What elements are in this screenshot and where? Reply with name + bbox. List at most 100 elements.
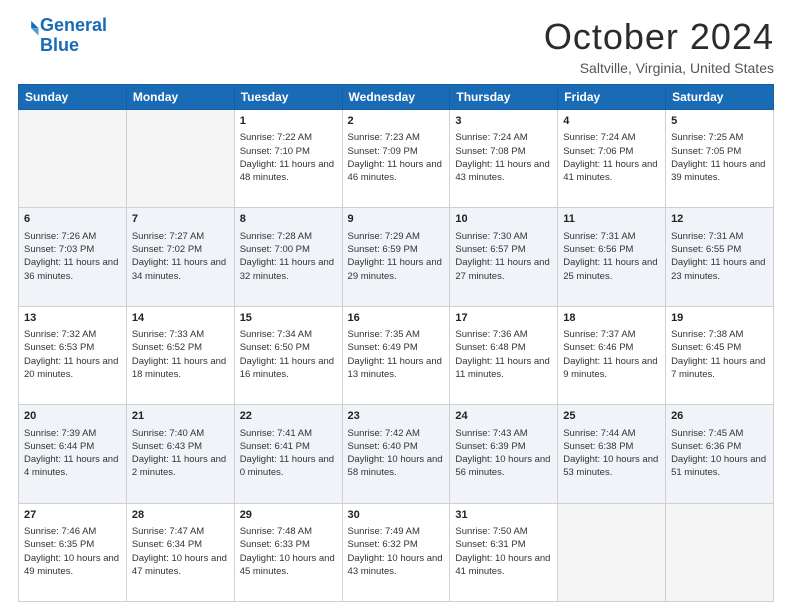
table-row: 22Sunrise: 7:41 AMSunset: 6:41 PMDayligh… <box>234 405 342 503</box>
day-number: 25 <box>563 409 660 424</box>
day-number: 19 <box>671 311 768 326</box>
daylight-text: Daylight: 11 hours and 29 minutes. <box>348 256 445 283</box>
logo-icon <box>18 18 40 40</box>
table-row: 23 Sunrise: 7:42 AMSunset: 6:40 PMDayligh… <box>342 405 450 503</box>
sunrise-text: Sunrise: 7:33 AM <box>132 328 229 341</box>
sunrise-text: Sunrise: 7:25 AM <box>671 131 768 144</box>
table-row: 20Sunrise: 7:39 AMSunset: 6:44 PMDayligh… <box>19 405 127 503</box>
table-row: 5Sunrise: 7:25 AMSunset: 7:05 PMDaylight… <box>666 110 774 208</box>
day-number: 2 <box>348 114 445 129</box>
daylight-text: Daylight: 10 hours and 53 minutes. <box>563 453 660 480</box>
calendar-table: Sunday Monday Tuesday Wednesday Thursday… <box>18 84 774 602</box>
sunrise-text: Sunrise: 7:31 AM <box>671 230 768 243</box>
logo-general: General <box>40 15 107 35</box>
day-number: 15 <box>240 311 337 326</box>
day-number: 22 <box>240 409 337 424</box>
daylight-text: Daylight: 11 hours and 13 minutes. <box>348 355 445 382</box>
calendar-header-row: Sunday Monday Tuesday Wednesday Thursday… <box>19 85 774 110</box>
table-row: 28Sunrise: 7:47 AMSunset: 6:34 PMDayligh… <box>126 503 234 601</box>
sunrise-text: Sunrise: 7:39 AM <box>24 427 121 440</box>
col-monday: Monday <box>126 85 234 110</box>
day-number: 8 <box>240 212 337 227</box>
sunset-text: Sunset: 7:03 PM <box>24 243 121 256</box>
day-number: 12 <box>671 212 768 227</box>
sunset-text: Sunset: 6:48 PM <box>455 341 552 354</box>
sunset-text: Sunset: 6:34 PM <box>132 538 229 551</box>
sunset-text: Sunset: 6:40 PM <box>348 440 445 453</box>
sunset-text: Sunset: 7:06 PM <box>563 145 660 158</box>
table-row: 27Sunrise: 7:46 AMSunset: 6:35 PMDayligh… <box>19 503 127 601</box>
sunset-text: Sunset: 7:09 PM <box>348 145 445 158</box>
day-number: 13 <box>24 311 121 326</box>
day-number: 18 <box>563 311 660 326</box>
daylight-text: Daylight: 11 hours and 20 minutes. <box>24 355 121 382</box>
sunset-text: Sunset: 7:00 PM <box>240 243 337 256</box>
day-number: 23 <box>348 409 445 424</box>
sunrise-text: Sunrise: 7:47 AM <box>132 525 229 538</box>
col-tuesday: Tuesday <box>234 85 342 110</box>
main-title: October 2024 <box>544 16 774 58</box>
sunset-text: Sunset: 6:53 PM <box>24 341 121 354</box>
daylight-text: Daylight: 10 hours and 47 minutes. <box>132 552 229 579</box>
sunrise-text: Sunrise: 7:23 AM <box>348 131 445 144</box>
day-number: 4 <box>563 114 660 129</box>
daylight-text: Daylight: 11 hours and 4 minutes. <box>24 453 121 480</box>
table-row <box>19 110 127 208</box>
day-number: 14 <box>132 311 229 326</box>
table-row: 15Sunrise: 7:34 AMSunset: 6:50 PMDayligh… <box>234 306 342 404</box>
day-number: 30 <box>348 508 445 523</box>
daylight-text: Daylight: 11 hours and 9 minutes. <box>563 355 660 382</box>
table-row: 2Sunrise: 7:23 AMSunset: 7:09 PMDaylight… <box>342 110 450 208</box>
sunset-text: Sunset: 6:49 PM <box>348 341 445 354</box>
sunset-text: Sunset: 6:46 PM <box>563 341 660 354</box>
table-row: 1Sunrise: 7:22 AMSunset: 7:10 PMDaylight… <box>234 110 342 208</box>
sunrise-text: Sunrise: 7:38 AM <box>671 328 768 341</box>
sunrise-text: Sunrise: 7:26 AM <box>24 230 121 243</box>
day-number: 26 <box>671 409 768 424</box>
sunset-text: Sunset: 7:02 PM <box>132 243 229 256</box>
subtitle: Saltville, Virginia, United States <box>544 60 774 76</box>
sunrise-text: Sunrise: 7:42 AM <box>348 427 445 440</box>
daylight-text: Daylight: 10 hours and 49 minutes. <box>24 552 121 579</box>
sunset-text: Sunset: 6:50 PM <box>240 341 337 354</box>
day-number: 20 <box>24 409 121 424</box>
table-row: 29Sunrise: 7:48 AMSunset: 6:33 PMDayligh… <box>234 503 342 601</box>
day-number: 9 <box>348 212 445 227</box>
table-row: 16Sunrise: 7:35 AMSunset: 6:49 PMDayligh… <box>342 306 450 404</box>
day-number: 31 <box>455 508 552 523</box>
table-row: 7Sunrise: 7:27 AMSunset: 7:02 PMDaylight… <box>126 208 234 306</box>
col-sunday: Sunday <box>19 85 127 110</box>
sunrise-text: Sunrise: 7:28 AM <box>240 230 337 243</box>
sunrise-text: Sunrise: 7:46 AM <box>24 525 121 538</box>
sunset-text: Sunset: 6:33 PM <box>240 538 337 551</box>
logo: General Blue <box>18 16 107 56</box>
sunset-text: Sunset: 7:05 PM <box>671 145 768 158</box>
table-row: 14Sunrise: 7:33 AMSunset: 6:52 PMDayligh… <box>126 306 234 404</box>
table-row <box>558 503 666 601</box>
sunset-text: Sunset: 6:45 PM <box>671 341 768 354</box>
sunrise-text: Sunrise: 7:27 AM <box>132 230 229 243</box>
sunset-text: Sunset: 6:59 PM <box>348 243 445 256</box>
sunset-text: Sunset: 6:56 PM <box>563 243 660 256</box>
day-number: 29 <box>240 508 337 523</box>
table-row: 13Sunrise: 7:32 AMSunset: 6:53 PMDayligh… <box>19 306 127 404</box>
daylight-text: Daylight: 11 hours and 18 minutes. <box>132 355 229 382</box>
table-row: 12Sunrise: 7:31 AMSunset: 6:55 PMDayligh… <box>666 208 774 306</box>
day-number: 10 <box>455 212 552 227</box>
day-number: 1 <box>240 114 337 129</box>
sunrise-text: Sunrise: 7:48 AM <box>240 525 337 538</box>
table-row: 17Sunrise: 7:36 AMSunset: 6:48 PMDayligh… <box>450 306 558 404</box>
sunrise-text: Sunrise: 7:41 AM <box>240 427 337 440</box>
daylight-text: Daylight: 10 hours and 58 minutes. <box>348 453 445 480</box>
sunrise-text: Sunrise: 7:24 AM <box>455 131 552 144</box>
daylight-text: Daylight: 11 hours and 48 minutes. <box>240 158 337 185</box>
sunrise-text: Sunrise: 7:43 AM <box>455 427 552 440</box>
sunrise-text: Sunrise: 7:31 AM <box>563 230 660 243</box>
sunset-text: Sunset: 6:36 PM <box>671 440 768 453</box>
sunset-text: Sunset: 6:32 PM <box>348 538 445 551</box>
col-saturday: Saturday <box>666 85 774 110</box>
daylight-text: Daylight: 10 hours and 51 minutes. <box>671 453 768 480</box>
calendar-week-row: 27Sunrise: 7:46 AMSunset: 6:35 PMDayligh… <box>19 503 774 601</box>
day-number: 5 <box>671 114 768 129</box>
table-row: 18Sunrise: 7:37 AMSunset: 6:46 PMDayligh… <box>558 306 666 404</box>
